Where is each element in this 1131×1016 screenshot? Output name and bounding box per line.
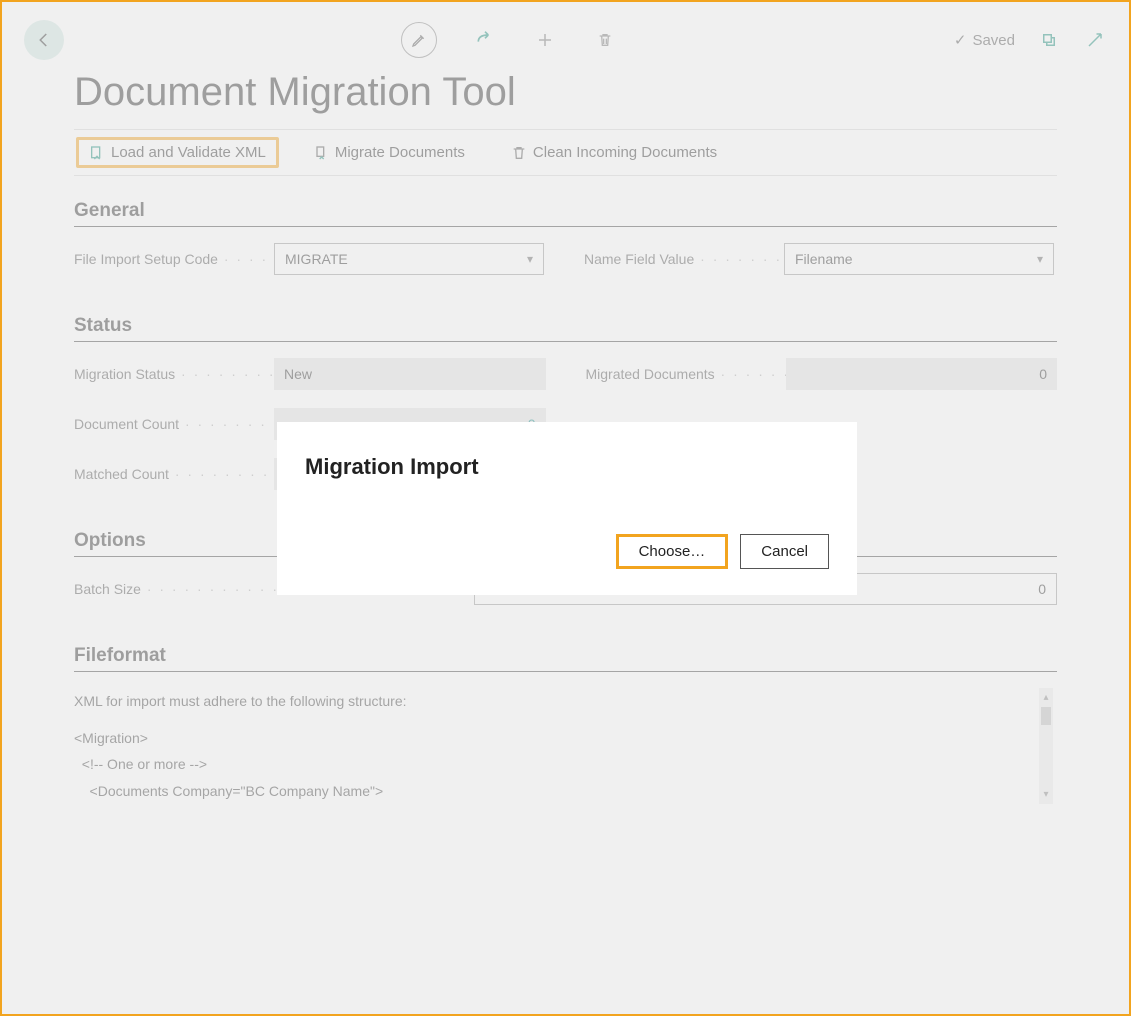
section-heading-general: General	[74, 200, 1057, 227]
fileformat-line: <Documents Company="BC Company Name">	[74, 778, 1027, 805]
page-title: Document Migration Tool	[14, 70, 1117, 129]
edit-icon[interactable]	[401, 22, 437, 58]
name-field-value-label: Name Field Value	[584, 251, 784, 267]
migration-status-label: Migration Status	[74, 366, 274, 382]
action-migrate-documents[interactable]: Migrate Documents	[305, 140, 473, 165]
file-import-setup-code-select[interactable]: MIGRATE ▾	[274, 243, 544, 275]
action-label: Migrate Documents	[335, 144, 465, 161]
file-import-setup-code-label: File Import Setup Code	[74, 251, 274, 267]
select-value: MIGRATE	[285, 251, 348, 267]
back-button[interactable]	[24, 20, 64, 60]
scrollbar[interactable]: ▴ ▾	[1039, 688, 1053, 804]
popout-icon[interactable]	[1037, 28, 1061, 52]
fileformat-text: XML for import must adhere to the follow…	[74, 688, 1057, 804]
fileformat-line: <Migration>	[74, 725, 1027, 752]
scroll-thumb[interactable]	[1041, 707, 1051, 725]
matched-count-label: Matched Count	[74, 466, 274, 482]
action-bar: Load and Validate XML Migrate Documents …	[74, 129, 1057, 176]
choose-button[interactable]: Choose…	[616, 534, 729, 569]
dialog-title: Migration Import	[305, 454, 829, 480]
select-value: Filename	[795, 251, 853, 267]
action-clean-incoming[interactable]: Clean Incoming Documents	[503, 140, 725, 165]
chevron-down-icon: ▾	[1037, 252, 1043, 266]
document-count-label: Document Count	[74, 416, 274, 432]
action-label: Load and Validate XML	[111, 144, 266, 161]
section-heading-fileformat: Fileformat	[74, 645, 1057, 672]
add-icon[interactable]	[533, 28, 557, 52]
fileformat-line: <!-- One or more -->	[74, 751, 1027, 778]
share-icon[interactable]	[473, 28, 497, 52]
action-load-validate-xml[interactable]: Load and Validate XML	[76, 137, 279, 168]
saved-status: ✓Saved	[954, 31, 1015, 49]
scroll-up-icon[interactable]: ▴	[1043, 688, 1048, 707]
migrated-documents-value: 0	[786, 358, 1058, 390]
batch-size-value: 0	[1038, 581, 1046, 597]
migration-status-value: New	[274, 358, 546, 390]
action-label: Clean Incoming Documents	[533, 144, 717, 161]
cancel-button[interactable]: Cancel	[740, 534, 829, 569]
saved-label: Saved	[972, 32, 1015, 49]
delete-icon[interactable]	[593, 28, 617, 52]
chevron-down-icon: ▾	[527, 252, 533, 266]
expand-icon[interactable]	[1083, 28, 1107, 52]
scroll-down-icon[interactable]: ▾	[1043, 785, 1048, 804]
migration-import-dialog: Migration Import Choose… Cancel	[277, 422, 857, 595]
migrated-documents-label: Migrated Documents	[586, 366, 786, 382]
name-field-value-select[interactable]: Filename ▾	[784, 243, 1054, 275]
fileformat-line: XML for import must adhere to the follow…	[74, 688, 1027, 715]
section-heading-status: Status	[74, 315, 1057, 342]
